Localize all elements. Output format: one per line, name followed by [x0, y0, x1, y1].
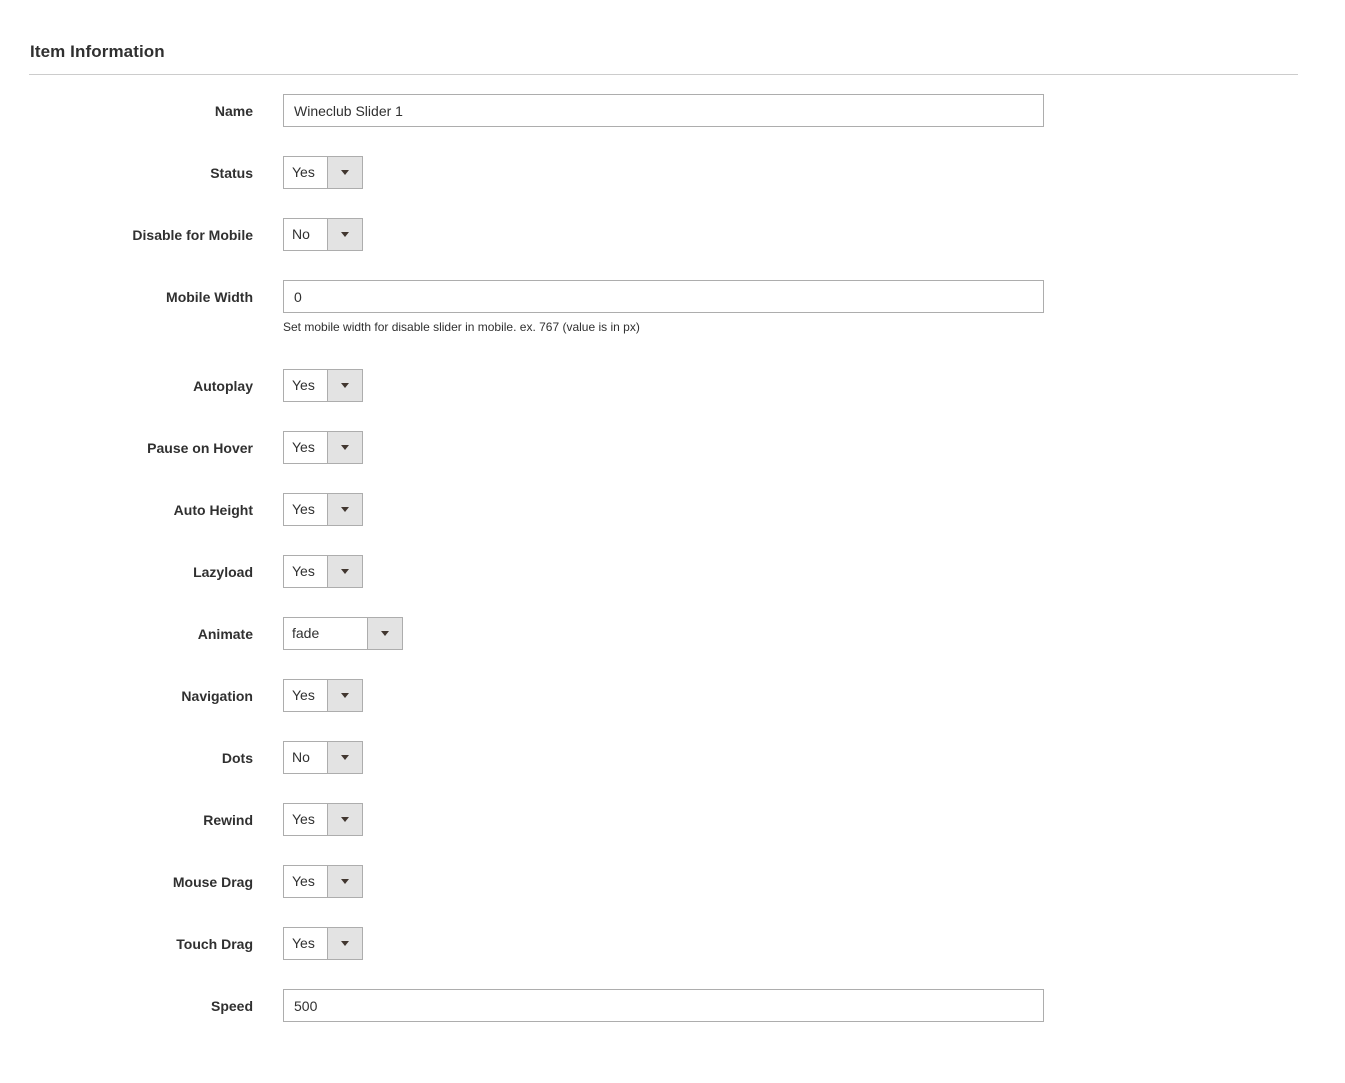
- dots-select-value: No: [292, 749, 310, 765]
- autoplay-select-value: Yes: [292, 377, 315, 393]
- field-speed: Speed: [0, 989, 1345, 1022]
- field-autoplay: Autoplay Yes: [0, 369, 1345, 402]
- field-pause-hover: Pause on Hover Yes: [0, 431, 1345, 464]
- mouse-drag-select[interactable]: Yes: [283, 865, 363, 898]
- field-status: Status Yes: [0, 156, 1345, 189]
- field-rewind: Rewind Yes: [0, 803, 1345, 836]
- touch-drag-select-value: Yes: [292, 935, 315, 951]
- field-dots: Dots No: [0, 741, 1345, 774]
- rewind-select[interactable]: Yes: [283, 803, 363, 836]
- field-mobile-width: Mobile Width Set mobile width for disabl…: [0, 280, 1345, 334]
- autoplay-select[interactable]: Yes: [283, 369, 363, 402]
- field-disable-mobile: Disable for Mobile No: [0, 218, 1345, 251]
- rewind-select-value: Yes: [292, 811, 315, 827]
- chevron-down-icon[interactable]: [327, 556, 362, 587]
- auto-height-select-value: Yes: [292, 501, 315, 517]
- field-animate: Animate fade: [0, 617, 1345, 650]
- mouse-drag-select-value: Yes: [292, 873, 315, 889]
- pause-hover-select[interactable]: Yes: [283, 431, 363, 464]
- chevron-down-icon[interactable]: [327, 157, 362, 188]
- animate-label: Animate: [197, 626, 253, 642]
- dots-select[interactable]: No: [283, 741, 363, 774]
- auto-height-select[interactable]: Yes: [283, 493, 363, 526]
- chevron-down-icon[interactable]: [327, 432, 362, 463]
- mobile-width-input[interactable]: [283, 280, 1044, 313]
- name-label: Name: [214, 103, 253, 119]
- name-input[interactable]: [283, 94, 1044, 127]
- status-label: Status: [210, 165, 253, 181]
- speed-label: Speed: [210, 998, 253, 1014]
- mobile-width-note: Set mobile width for disable slider in m…: [283, 320, 640, 334]
- touch-drag-select[interactable]: Yes: [283, 927, 363, 960]
- pause-hover-select-value: Yes: [292, 439, 315, 455]
- auto-height-label: Auto Height: [173, 502, 253, 518]
- mouse-drag-label: Mouse Drag: [172, 874, 253, 890]
- navigation-select[interactable]: Yes: [283, 679, 363, 712]
- disable-mobile-select-value: No: [292, 226, 310, 242]
- navigation-select-value: Yes: [292, 687, 315, 703]
- animate-select[interactable]: fade: [283, 617, 403, 650]
- chevron-down-icon[interactable]: [327, 928, 362, 959]
- lazyload-select[interactable]: Yes: [283, 555, 363, 588]
- chevron-down-icon[interactable]: [367, 618, 402, 649]
- dots-label: Dots: [221, 750, 253, 766]
- chevron-down-icon[interactable]: [327, 219, 362, 250]
- chevron-down-icon[interactable]: [327, 866, 362, 897]
- field-touch-drag: Touch Drag Yes: [0, 927, 1345, 960]
- section-divider: [29, 74, 1298, 75]
- section-title: Item Information: [30, 42, 165, 61]
- chevron-down-icon[interactable]: [327, 804, 362, 835]
- field-name: Name: [0, 94, 1345, 127]
- chevron-down-icon[interactable]: [327, 680, 362, 711]
- field-navigation: Navigation Yes: [0, 679, 1345, 712]
- chevron-down-icon[interactable]: [327, 494, 362, 525]
- animate-select-value: fade: [292, 625, 320, 641]
- lazyload-label: Lazyload: [193, 564, 253, 580]
- pause-hover-label: Pause on Hover: [147, 440, 253, 456]
- speed-input[interactable]: [283, 989, 1044, 1022]
- lazyload-select-value: Yes: [292, 563, 315, 579]
- disable-mobile-label: Disable for Mobile: [132, 227, 253, 243]
- chevron-down-icon[interactable]: [327, 370, 362, 401]
- field-auto-height: Auto Height Yes: [0, 493, 1345, 526]
- autoplay-label: Autoplay: [193, 378, 253, 394]
- chevron-down-icon[interactable]: [327, 742, 362, 773]
- rewind-label: Rewind: [203, 812, 253, 828]
- status-select[interactable]: Yes: [283, 156, 363, 189]
- mobile-width-label: Mobile Width: [166, 289, 253, 305]
- disable-mobile-select[interactable]: No: [283, 218, 363, 251]
- touch-drag-label: Touch Drag: [176, 936, 253, 952]
- field-mouse-drag: Mouse Drag Yes: [0, 865, 1345, 898]
- field-lazyload: Lazyload Yes: [0, 555, 1345, 588]
- status-select-value: Yes: [292, 164, 315, 180]
- navigation-label: Navigation: [181, 688, 253, 704]
